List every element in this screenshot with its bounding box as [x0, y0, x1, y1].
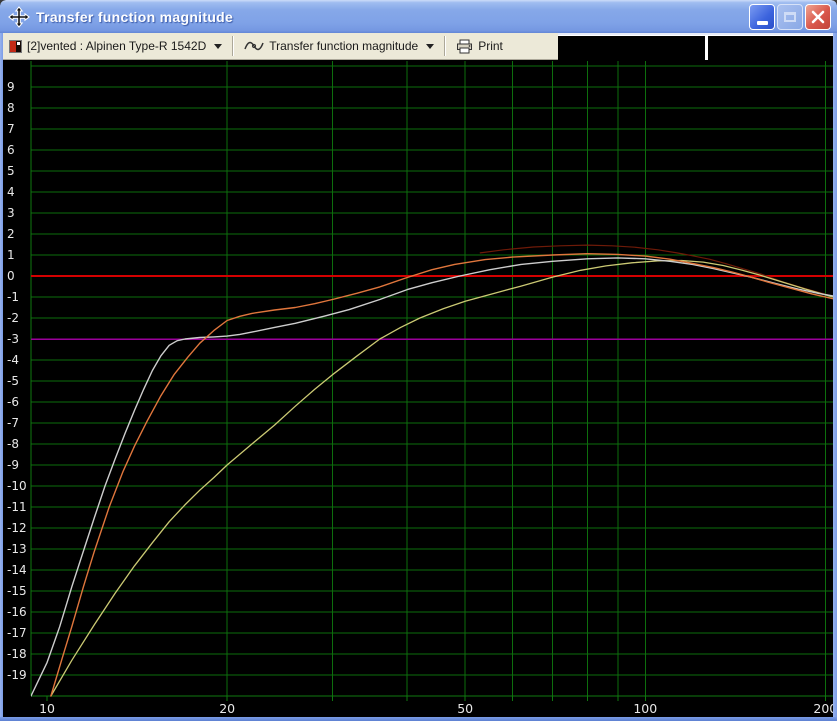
window-border-bottom	[0, 717, 837, 721]
svg-text:-1: -1	[7, 290, 19, 304]
transfer-curve-icon	[244, 40, 264, 53]
series-dark-red-curve	[480, 245, 833, 296]
move-crosshair-icon	[8, 6, 30, 28]
printer-icon	[456, 39, 473, 54]
svg-text:2: 2	[7, 227, 15, 241]
toolbar-panel	[708, 35, 833, 61]
svg-text:-7: -7	[7, 416, 19, 430]
x-axis-ticks	[47, 696, 825, 701]
svg-text:50: 50	[457, 701, 473, 716]
toolbar-separator	[232, 36, 234, 56]
svg-text:-16: -16	[7, 605, 27, 619]
svg-text:-15: -15	[7, 584, 27, 598]
maximize-button[interactable]	[777, 4, 803, 30]
svg-text:3: 3	[7, 206, 15, 220]
svg-text:-9: -9	[7, 458, 19, 472]
close-button[interactable]	[805, 4, 831, 30]
print-button[interactable]: Print	[450, 35, 509, 58]
chart-area[interactable]: 9876543210-1-2-3-4-5-6-7-8-9-10-11-12-13…	[3, 60, 833, 717]
svg-text:-13: -13	[7, 542, 27, 556]
svg-text:100: 100	[633, 701, 657, 716]
svg-text:0: 0	[7, 269, 15, 283]
svg-text:-4: -4	[7, 353, 19, 367]
chevron-down-icon	[426, 44, 434, 49]
svg-text:20: 20	[219, 701, 235, 716]
horizontal-gridlines	[31, 66, 833, 696]
toolbar-separator	[444, 36, 446, 56]
axis-lines	[31, 61, 833, 696]
svg-text:1: 1	[7, 248, 15, 262]
vertical-gridlines	[227, 61, 825, 696]
close-icon	[811, 10, 825, 24]
svg-text:200: 200	[813, 701, 833, 716]
window-controls	[749, 4, 831, 30]
svg-text:-14: -14	[7, 563, 27, 577]
graph-selector-label: Transfer function magnitude	[269, 39, 418, 53]
svg-text:8: 8	[7, 101, 15, 115]
svg-text:-12: -12	[7, 521, 27, 535]
project-icon	[9, 40, 22, 53]
svg-text:-5: -5	[7, 374, 19, 388]
svg-text:-3: -3	[7, 332, 19, 346]
svg-text:6: 6	[7, 143, 15, 157]
print-button-label: Print	[478, 39, 503, 53]
svg-text:7: 7	[7, 122, 15, 136]
graph-type-selector[interactable]: Transfer function magnitude	[238, 35, 440, 58]
svg-text:-8: -8	[7, 437, 19, 451]
toolbar-panel	[558, 35, 705, 61]
toolbar: [2]vented : Alpinen Type-R 1542D Transfe…	[3, 33, 558, 60]
svg-text:9: 9	[7, 80, 15, 94]
svg-text:-10: -10	[7, 479, 27, 493]
svg-text:10: 10	[39, 701, 55, 716]
svg-text:5: 5	[7, 164, 15, 178]
titlebar[interactable]: Transfer function magnitude	[0, 0, 837, 33]
svg-text:-18: -18	[7, 647, 27, 661]
window-title: Transfer function magnitude	[36, 9, 233, 25]
y-axis-labels: 9 8 7 6 5 4 3 2 1 0 -1 -2 -3 -4 -5 -6 -7 -8 -9 -10 -11 -12 -13…	[7, 80, 27, 682]
app-window: Transfer function magnitude [2]vented : …	[0, 0, 837, 721]
chevron-down-icon	[214, 44, 222, 49]
project-selector[interactable]: [2]vented : Alpinen Type-R 1542D	[3, 35, 228, 58]
svg-text:-6: -6	[7, 395, 19, 409]
window-border-right	[833, 33, 837, 717]
x-axis-labels: 10 20 50 100 200	[39, 701, 833, 716]
minimize-button[interactable]	[749, 4, 775, 30]
series-white-curve	[31, 258, 833, 696]
series-yellow-curve	[51, 261, 833, 697]
svg-text:4: 4	[7, 185, 15, 199]
svg-text:-2: -2	[7, 311, 19, 325]
minimize-icon	[757, 21, 768, 25]
svg-text:-17: -17	[7, 626, 27, 640]
svg-text:-11: -11	[7, 500, 27, 514]
project-selector-label: [2]vented : Alpinen Type-R 1542D	[27, 39, 206, 53]
transfer-function-chart: 9876543210-1-2-3-4-5-6-7-8-9-10-11-12-13…	[3, 60, 833, 717]
maximize-icon	[784, 12, 796, 22]
series-orange-curve	[51, 254, 833, 696]
svg-text:-19: -19	[7, 668, 27, 682]
